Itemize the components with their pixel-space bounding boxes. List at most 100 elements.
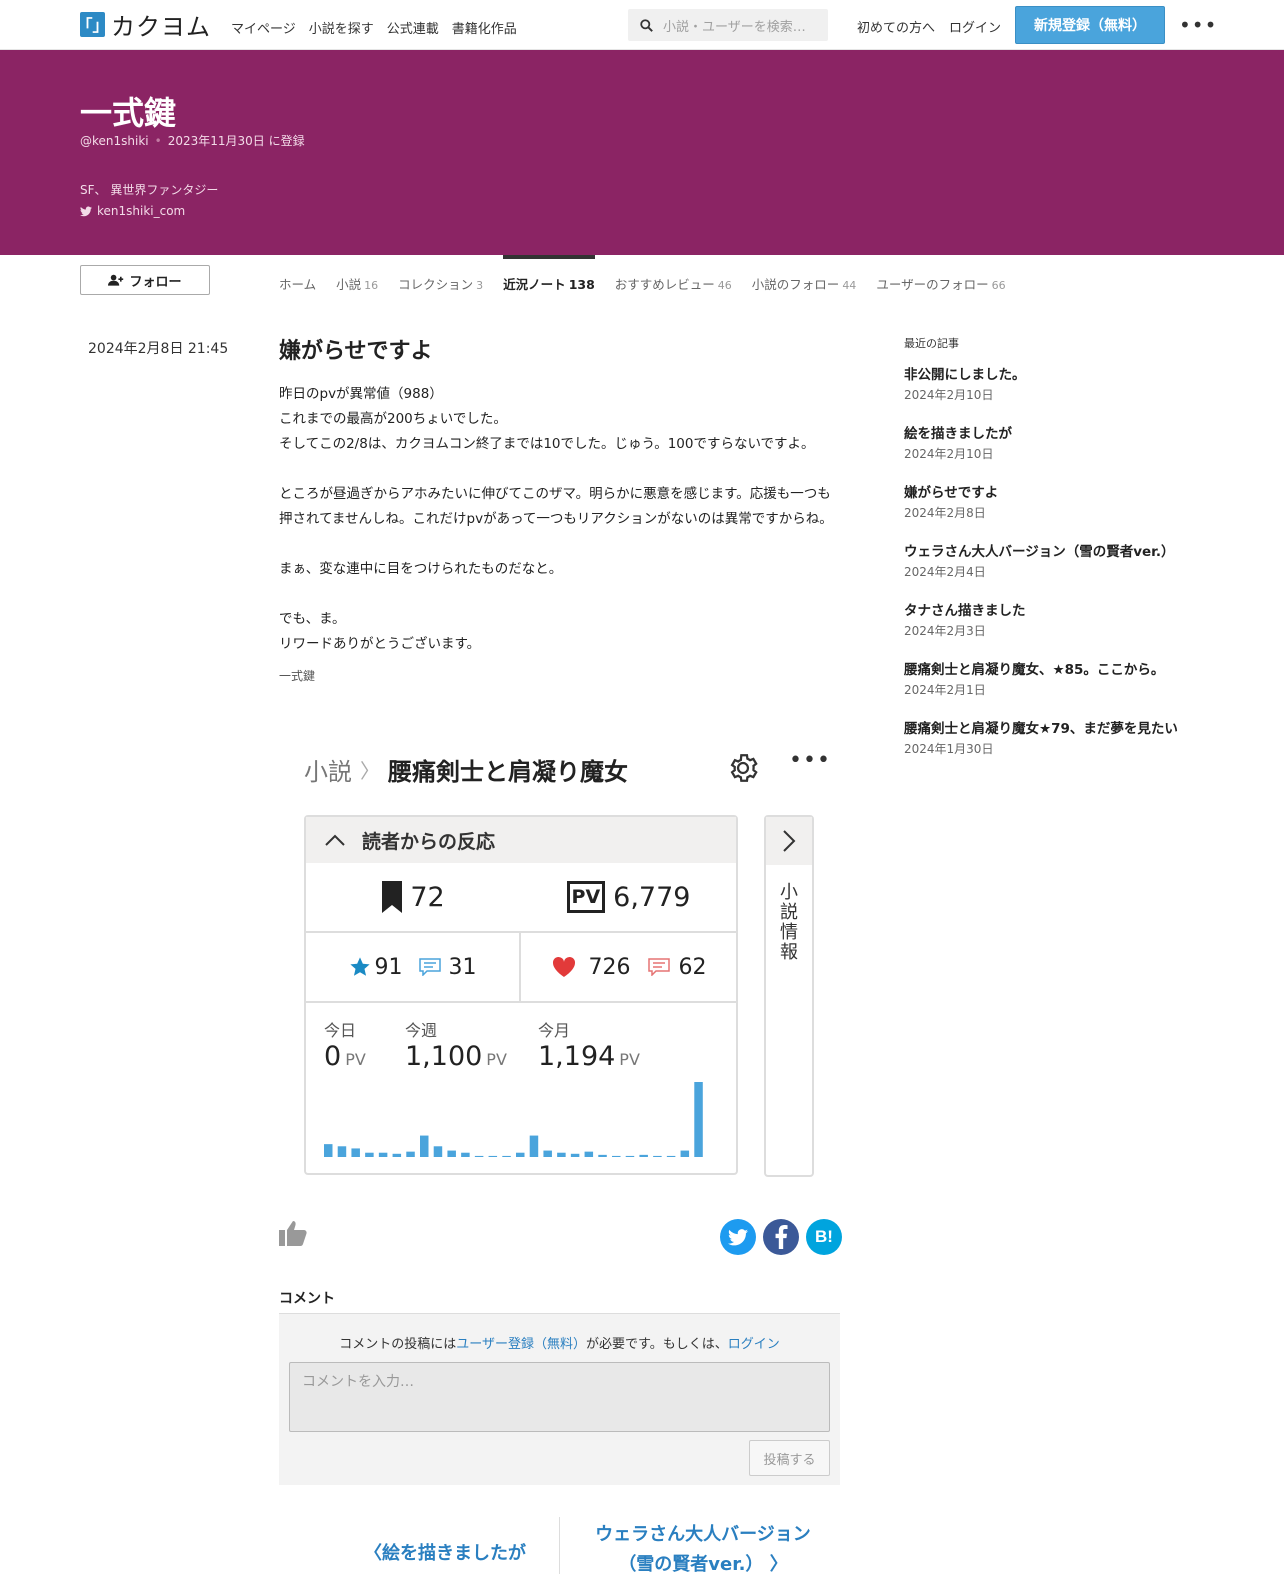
recent-item[interactable]: ウェラさん大人バージョン（雪の賢者ver.） 2024年2月4日 <box>904 542 1234 582</box>
crumb-novel-title: 腰痛剣士と肩凝り魔女 <box>388 758 628 786</box>
kakuyomu-logo[interactable]: 「」 カクヨム <box>77 10 211 41</box>
pv-stat: PV 6,779 <box>521 881 736 913</box>
comment-submit-button[interactable]: 投稿する <box>749 1440 830 1476</box>
global-nav: マイページ 小説を探す 公式連載 書籍化作品 <box>231 18 517 37</box>
body-line: まぁ、変な連中に目をつけられたものだなと。 <box>279 561 563 577</box>
body-line: ところが昼過ぎからアホみたいに伸びてこのザマ。明らかに悪意を感じます。応援も一つ… <box>279 486 833 527</box>
author-name: 一式鍵 <box>80 94 177 132</box>
pv-bar <box>351 1148 360 1157</box>
recent-item[interactable]: 非公開にしました。 2024年2月10日 <box>904 365 1234 405</box>
twitter-icon <box>80 206 92 216</box>
tab-user-follows[interactable]: ユーザーのフォロー 66 <box>876 255 1005 295</box>
chevron-right-icon: 〉 <box>769 1554 788 1575</box>
pv-bar <box>502 1155 511 1157</box>
body-line: リワードありがとうございます。 <box>279 636 481 652</box>
pv-bar <box>474 1155 484 1157</box>
crumb-root: 小説 <box>304 758 352 786</box>
week-stat: 今週 1,100 PV <box>405 1021 507 1072</box>
comment-login-link[interactable]: ログイン <box>728 1337 780 1352</box>
author-registered: 2023年11月30日 に登録 <box>167 134 305 148</box>
thumbs-up-icon <box>279 1221 307 1246</box>
follow-button[interactable]: フォロー <box>80 265 210 295</box>
pv-bar <box>680 1150 690 1157</box>
month-pv: 1,194 <box>538 1041 616 1072</box>
register-link[interactable]: ユーザー登録（無料） <box>456 1337 586 1352</box>
article: 嫌がらせですよ 昨日のpvが異常値（988） これまでの最高が200ちょいでした… <box>279 336 840 684</box>
recent-heading: 最近の記事 <box>904 337 959 350</box>
twitter-handle: ken1shiki_com <box>97 204 186 218</box>
tab-novels[interactable]: 小説 16 <box>336 255 378 295</box>
pv-stats: 今日 0 PV 今週 1,100 PV 今月 1,194 PV <box>306 1003 736 1173</box>
pv-bar <box>406 1151 415 1157</box>
tab-reviews[interactable]: おすすめレビュー 46 <box>615 255 732 295</box>
share-hatena-button[interactable]: B! <box>806 1219 842 1255</box>
search-icon <box>640 18 653 32</box>
recent-item[interactable]: 嫌がらせですよ 2024年2月8日 <box>904 483 1234 523</box>
nav-official-serial[interactable]: 公式連載 <box>387 18 439 37</box>
tab-home[interactable]: ホーム <box>279 255 316 295</box>
pv-bar <box>392 1153 402 1157</box>
facebook-icon <box>775 1225 788 1249</box>
next-note-link[interactable]: ウェラさん大人バージョン （雪の賢者ver.） 〉 <box>588 1520 818 1580</box>
chevron-right-icon <box>783 830 796 852</box>
share-facebook-button[interactable] <box>763 1219 799 1255</box>
signup-button[interactable]: 新規登録（無料） <box>1015 6 1165 44</box>
pager-divider <box>559 1517 560 1574</box>
pv-bar <box>570 1153 580 1157</box>
recent-item[interactable]: 腰痛剣士と肩凝り魔女★79、まだ夢を見たい 2024年1月30日 <box>904 719 1234 759</box>
nav-books[interactable]: 書籍化作品 <box>452 18 517 37</box>
tab-novel-follows[interactable]: 小説のフォロー 44 <box>752 255 857 295</box>
pv-bar <box>612 1155 621 1157</box>
prev-note-link[interactable]: 〈絵を描きましたが <box>364 1539 526 1565</box>
search-placeholder: 小説・ユーザーを検索… <box>663 19 806 35</box>
comment-login-note: コメントの投稿にはユーザー登録（無料）が必要です。もしくは、ログイン <box>339 1337 780 1352</box>
pv-bar <box>529 1135 539 1157</box>
pv-badge-icon: PV <box>566 881 606 913</box>
login-link[interactable]: ログイン <box>949 17 1001 36</box>
pv-bar <box>598 1154 607 1157</box>
body-blank <box>279 532 840 557</box>
pv-bar <box>639 1154 648 1157</box>
pv-total: 6,779 <box>613 881 691 913</box>
heart-stat: 726 62 <box>521 933 736 1001</box>
pv-bar <box>694 1082 703 1157</box>
heart-count: 726 <box>588 954 631 980</box>
author-banner: 一式鍵 @ken1shiki • 2023年11月30日 に登録 SF、 異世界ファ… <box>0 50 1284 255</box>
comments-heading: コメント <box>279 1291 335 1307</box>
today-pv: 0 <box>324 1041 342 1072</box>
tab-news-notes[interactable]: 近況ノート 138 <box>503 255 595 295</box>
comment-textarea[interactable]: コメントを入力… <box>289 1362 830 1432</box>
author-handle: @ken1shiki <box>80 134 149 148</box>
novel-info-label: 小説情報 <box>780 882 798 963</box>
tab-collections[interactable]: コレクション 3 <box>398 255 483 295</box>
comment-icon <box>647 958 670 976</box>
nav-find-novels[interactable]: 小説を探す <box>309 18 374 37</box>
nav-mypage[interactable]: マイページ <box>231 18 296 37</box>
body-line: 昨日のpvが異常値（988） <box>279 386 443 402</box>
pv-bar <box>433 1146 443 1157</box>
bookmark-count: 72 <box>410 881 445 913</box>
more-menu-icon[interactable]: ••• <box>1179 13 1217 37</box>
recent-item[interactable]: 腰痛剣士と肩凝り魔女、★85。ここから。 2024年2月1日 <box>904 660 1234 700</box>
twitter-icon <box>728 1228 748 1245</box>
pv-bar <box>516 1152 525 1157</box>
bookmark-stat: 72 <box>306 881 521 913</box>
follow-label: フォロー <box>129 273 182 289</box>
body-line: でも、ま。 <box>279 611 346 627</box>
pv-bar <box>557 1152 566 1157</box>
author-twitter-link[interactable]: ken1shiki_com <box>80 204 185 218</box>
gear-icon <box>730 754 758 782</box>
profile-tabs: ホーム 小説 16 コレクション 3 近況ノート 138 おすすめレビュー 46 小説の… <box>279 255 1006 295</box>
reactions-header: 読者からの反応 <box>306 817 736 863</box>
like-button[interactable] <box>279 1220 307 1250</box>
pv-bar <box>543 1150 552 1157</box>
search-input[interactable]: 小説・ユーザーを検索… <box>628 9 828 41</box>
first-time-link[interactable]: 初めての方へ <box>857 17 935 36</box>
recent-item[interactable]: タナさん描きました 2024年2月3日 <box>904 601 1234 641</box>
reader-reactions-panel: 読者からの反応 72 PV 6,779 91 31 726 62 今日 0 PV… <box>304 815 738 1175</box>
share-twitter-button[interactable] <box>720 1219 756 1255</box>
recent-item[interactable]: 絵を描きましたが 2024年2月10日 <box>904 424 1234 464</box>
pv-bar <box>666 1155 676 1157</box>
hatena-icon: B! <box>815 1227 833 1246</box>
comment-form: コメントの投稿にはユーザー登録（無料）が必要です。もしくは、ログイン コメントを… <box>279 1313 840 1485</box>
